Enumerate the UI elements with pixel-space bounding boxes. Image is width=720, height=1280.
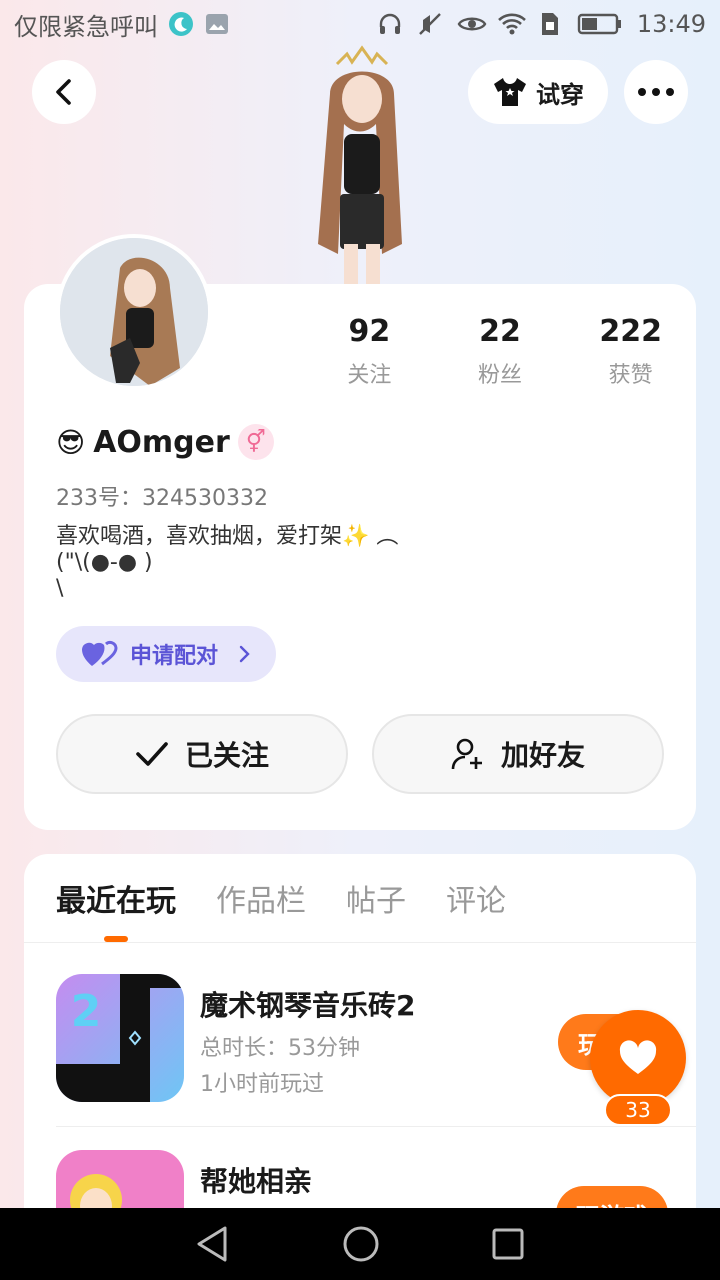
stat-value: 22 — [479, 314, 521, 349]
tab-works[interactable]: 作品栏 — [216, 876, 306, 920]
stat-following[interactable]: 92 关注 — [304, 314, 435, 389]
tab-comments[interactable]: 评论 — [446, 876, 506, 920]
carrier-text: 仅限紧急呼叫 — [14, 12, 158, 41]
action-buttons: 已关注 加好友 — [56, 714, 664, 794]
heart-icon — [619, 1040, 657, 1074]
game-last-played: 1小时前玩过 — [200, 1072, 324, 1097]
avatar[interactable] — [56, 234, 212, 390]
eye-icon — [457, 11, 487, 37]
nav-home-icon[interactable] — [342, 1225, 380, 1263]
bio: 喜欢喝酒，喜欢抽烟，爱打架✨ ︵ ("\(●-● ) \ — [56, 524, 399, 601]
user-id: 233号：324530332 — [56, 486, 268, 511]
double-heart-icon — [82, 640, 118, 666]
status-bar: 仅限紧急呼叫 13:49 — [0, 0, 720, 48]
back-button[interactable] — [32, 60, 96, 124]
game-title: 魔术钢琴音乐砖2 — [200, 989, 416, 1022]
stat-value: 222 — [599, 314, 662, 349]
sim-icon — [537, 11, 563, 37]
game-duration: 总时长：53分钟 — [200, 1036, 360, 1061]
add-friend-button[interactable]: 加好友 — [372, 714, 664, 794]
more-dots-icon — [638, 88, 674, 96]
chevron-right-icon — [239, 645, 250, 663]
divider — [24, 942, 696, 943]
game-item[interactable]: 2 魔术钢琴音乐砖2 总时长：53分钟 1小时前玩过 玩 — [56, 974, 668, 1114]
try-on-label: 试穿 — [536, 80, 584, 109]
stat-likes[interactable]: 222 获赞 — [565, 314, 696, 389]
nav-back-icon[interactable] — [195, 1225, 231, 1263]
wifi-icon — [497, 11, 526, 37]
chevron-left-icon — [56, 79, 71, 105]
followed-button[interactable]: 已关注 — [56, 714, 348, 794]
moon-icon — [168, 11, 194, 37]
request-pair-button[interactable]: 申请配对 — [56, 626, 276, 682]
stat-value: 92 — [348, 314, 391, 349]
system-nav-bar — [0, 1208, 720, 1280]
sunglasses-emoji: 😎 — [56, 425, 86, 459]
headphones-icon — [377, 11, 403, 37]
followed-label: 已关注 — [184, 739, 269, 772]
row-separator — [56, 1126, 696, 1127]
nav-recents-icon[interactable] — [491, 1227, 525, 1261]
request-pair-label: 申请配对 — [130, 644, 219, 669]
image-icon — [204, 11, 230, 37]
try-on-button[interactable]: 试穿 — [468, 60, 608, 124]
add-friend-label: 加好友 — [500, 739, 585, 772]
mute-icon — [417, 11, 443, 37]
stat-label: 获赞 — [608, 363, 653, 388]
stat-label: 粉丝 — [478, 363, 523, 388]
username: AOmger — [93, 424, 230, 460]
check-icon — [136, 742, 168, 766]
tshirt-icon — [494, 78, 526, 106]
tab-posts[interactable]: 帖子 — [346, 876, 406, 920]
tab-recent-play[interactable]: 最近在玩 — [56, 876, 176, 920]
name-row: 😎 AOmger ⚥ — [56, 424, 274, 460]
stat-followers[interactable]: 22 粉丝 — [435, 314, 566, 389]
add-user-icon — [451, 738, 482, 770]
like-button[interactable] — [590, 1010, 686, 1106]
like-count: 33 — [604, 1094, 672, 1126]
stat-label: 关注 — [347, 363, 392, 388]
stats-row: 92 关注 22 粉丝 222 获赞 — [304, 314, 696, 389]
more-button[interactable] — [624, 60, 688, 124]
clock: 13:49 — [636, 10, 706, 38]
battery-icon — [577, 11, 623, 37]
character-figure — [292, 44, 432, 284]
svg-text:2: 2 — [71, 986, 102, 1037]
tab-bar: 最近在玩 作品栏 帖子 评论 — [56, 876, 506, 920]
game-title: 帮她相亲 — [200, 1165, 313, 1198]
game-icon-piano: 2 — [56, 974, 184, 1102]
gender-icon: ⚥ — [237, 424, 274, 460]
